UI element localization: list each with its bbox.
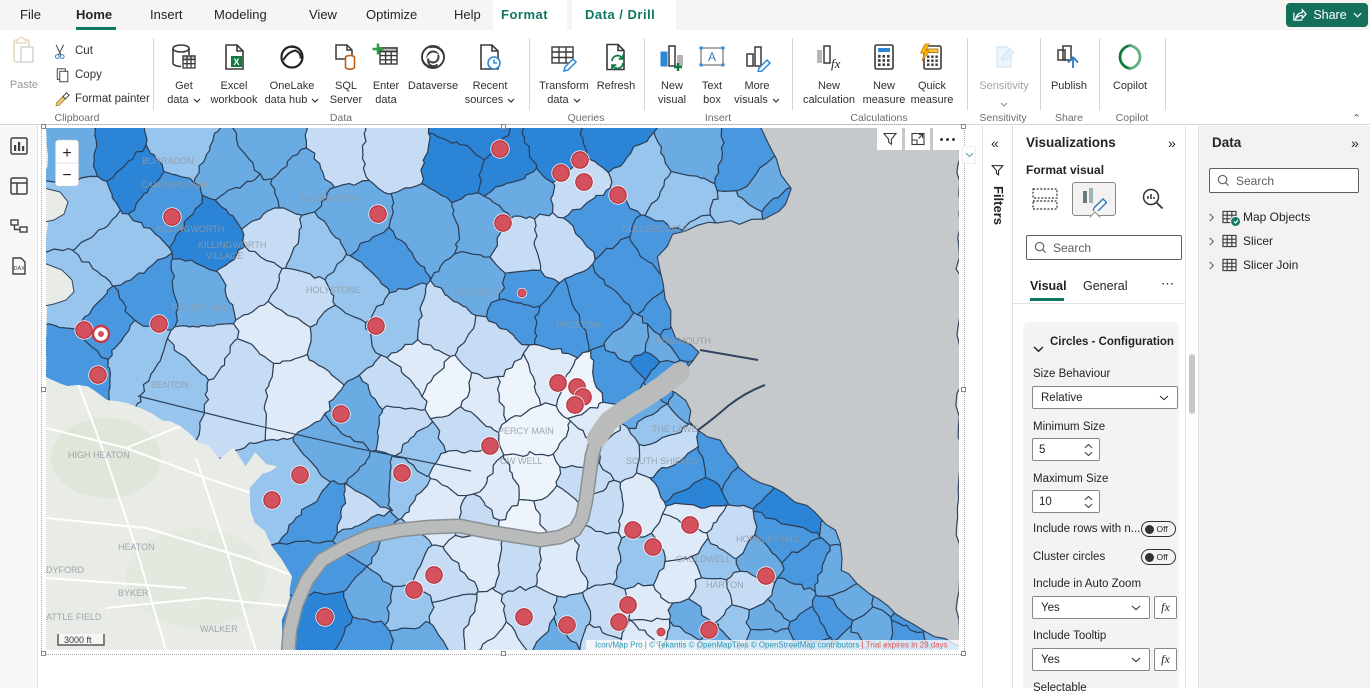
svg-text:HARTON: HARTON [706,580,744,590]
svg-text:TYNEMOUTH: TYNEMOUTH [654,336,711,346]
svg-text:fx: fx [831,56,841,71]
svg-text:A: A [708,50,716,64]
svg-text:BENTON: BENTON [151,380,188,390]
svg-text:VILLAGE: VILLAGE [206,251,244,261]
svg-text:CAULDWELL: CAULDWELL [676,554,731,564]
svg-text:HORSLEY HILL: HORSLEY HILL [736,534,800,544]
svg-text:PERCY MAIN: PERCY MAIN [498,426,554,436]
svg-text:THE LAWE: THE LAWE [652,424,698,434]
svg-text:DAX: DAX [14,266,26,272]
svg-text:CAMPERDOWN: CAMPERDOWN [141,180,208,190]
svg-text:HOLYSTONE: HOLYSTONE [306,285,361,295]
svg-text:BYKER: BYKER [118,588,149,598]
svg-text:SOUTH SHIELDS: SOUTH SHIELDS [626,456,699,466]
svg-text:NEW YORK: NEW YORK [454,287,503,297]
svg-text:+: + [62,145,71,162]
svg-text:FOREST HALL: FOREST HALL [172,303,233,313]
svg-text:HIGH HEATON: HIGH HEATON [68,450,130,460]
svg-text:CULLERCOATS: CULLERCOATS [622,224,688,234]
svg-text:KILLINGWORTH: KILLINGWORTH [156,224,224,234]
svg-text:DYFORD: DYFORD [46,565,85,575]
svg-text:WALKER: WALKER [200,624,238,634]
svg-text:ATTLE FIELD: ATTLE FIELD [46,612,102,622]
svg-text:−: − [62,167,71,184]
svg-text:3000 ft: 3000 ft [64,635,92,645]
svg-text:KILLINGWORTH: KILLINGWORTH [198,240,266,250]
svg-text:BACKWORTH: BACKWORTH [301,194,359,204]
svg-text:PRESTON: PRESTON [556,320,599,330]
svg-text:BURRADON: BURRADON [142,156,194,166]
svg-text:Icon/Map Pro | © Tekantis © Op: Icon/Map Pro | © Tekantis © OpenMapTiles… [595,641,948,650]
svg-text:OW WELL: OW WELL [500,456,543,466]
svg-text:HEATON: HEATON [118,542,155,552]
svg-text:X: X [233,57,239,67]
